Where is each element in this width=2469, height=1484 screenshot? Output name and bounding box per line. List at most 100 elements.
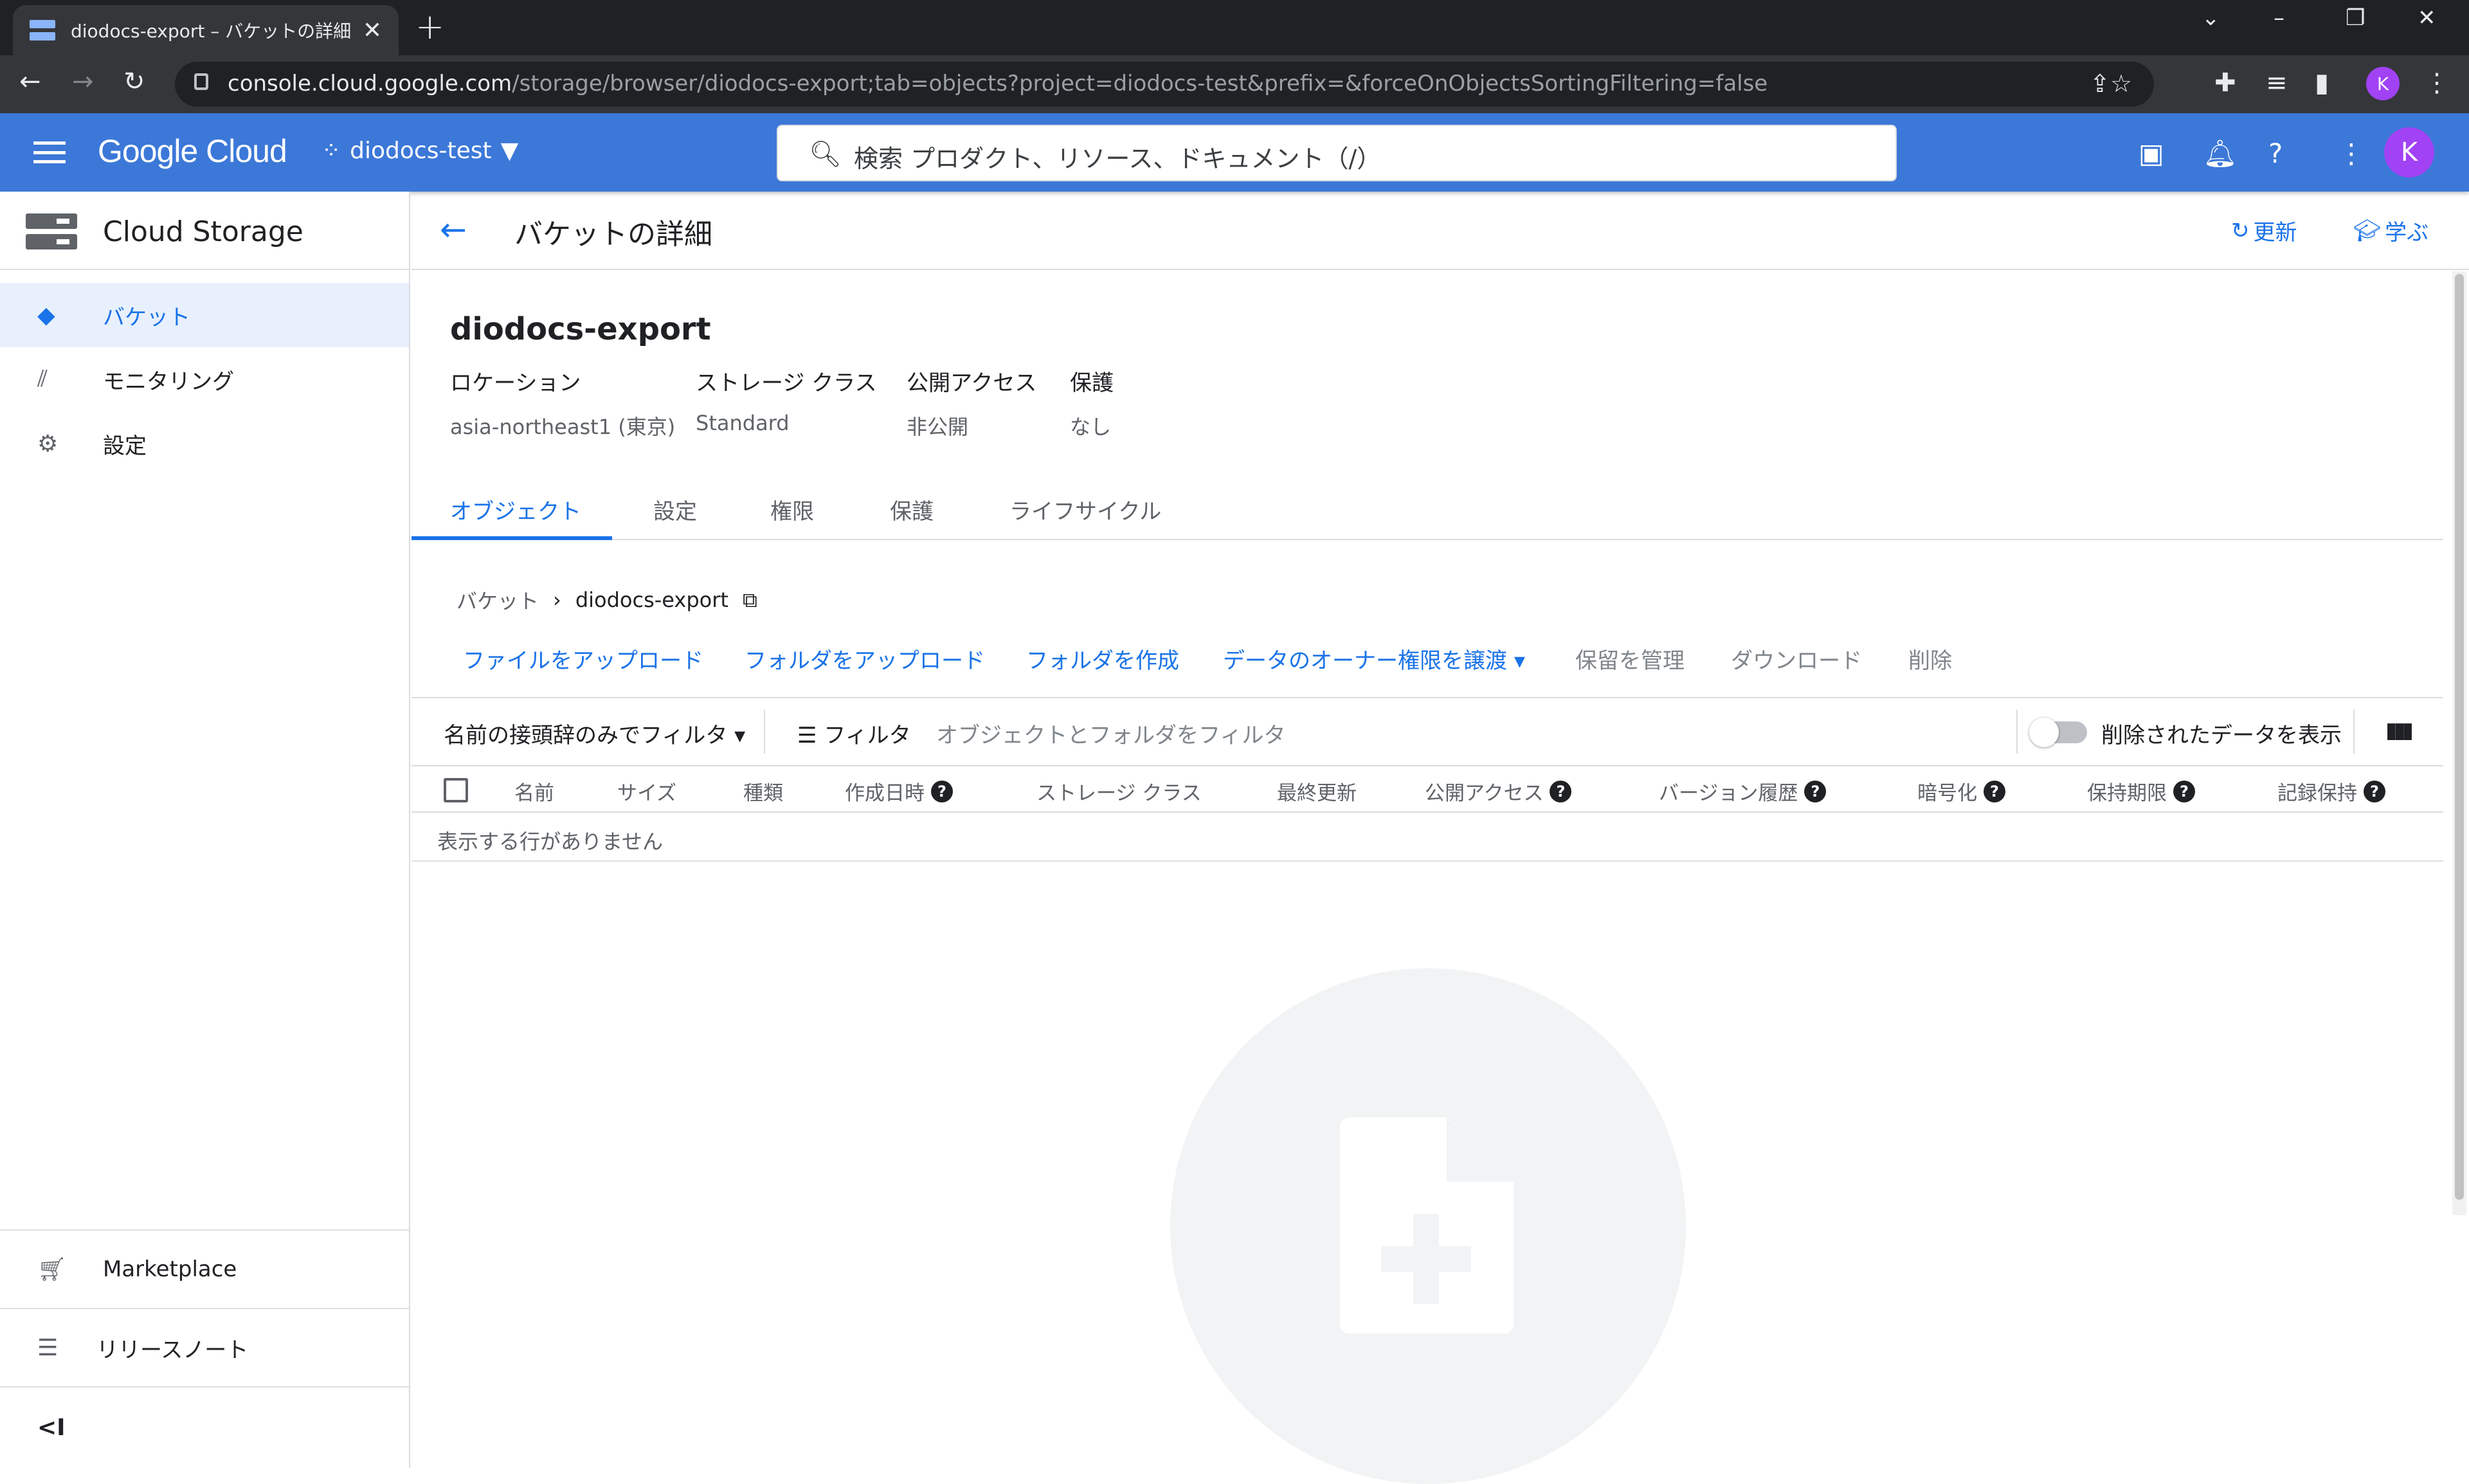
sidebar-item-label: Marketplace [103, 1256, 237, 1282]
help-icon: ? [1804, 780, 1827, 802]
search-input[interactable]: 🔍︎ 検索 プロダクト、リソース、ドキュメント（/） [777, 125, 1897, 181]
side-panel-icon[interactable]: ▮ [2315, 68, 2329, 98]
breadcrumb-root[interactable]: バケット [457, 585, 539, 615]
col-retention[interactable]: 保持期限? [2087, 777, 2195, 806]
col-name[interactable]: 名前 [514, 777, 554, 806]
window-close-button[interactable]: ✕ [2418, 5, 2436, 31]
upload-files-button[interactable]: ファイルをアップロード [463, 643, 703, 674]
sidebar-item-release-notes[interactable]: ☰ リリースノート [0, 1316, 409, 1380]
bookmark-star-icon[interactable]: ☆ [2110, 69, 2132, 98]
help-icon: ? [1550, 780, 1572, 802]
new-tab-button[interactable]: + [415, 6, 444, 47]
breadcrumb: バケット › diodocs-export ⧉ [457, 585, 757, 615]
bucket-icon: ◆ [37, 302, 55, 329]
reload-icon[interactable]: ↻ [123, 67, 145, 96]
plus-shape [1413, 1214, 1439, 1304]
col-encryption[interactable]: 暗号化? [1917, 777, 2005, 806]
tab-search-icon[interactable]: ⌄ [2202, 5, 2220, 31]
sidebar-item-monitoring[interactable]: ⫽ モニタリング [0, 347, 409, 412]
sidebar-item-label: バケット [103, 304, 190, 330]
delete-button[interactable]: 削除 [1908, 643, 1952, 674]
tab-settings[interactable]: 設定 [653, 494, 697, 525]
transfer-ownership-button[interactable]: データのオーナー権限を譲渡 ▾ [1223, 643, 1525, 674]
chrome-menu-icon[interactable]: ⋮ [2424, 68, 2450, 98]
col-last-modified[interactable]: 最終更新 [1277, 777, 1357, 806]
sidebar-item-settings[interactable]: ⚙ 設定 [0, 412, 409, 476]
col-record-hold[interactable]: 記録保持? [2277, 777, 2385, 806]
divider [2016, 710, 2018, 754]
divider [412, 269, 2469, 270]
lock-icon [194, 73, 208, 90]
col-created[interactable]: 作成日時? [845, 777, 953, 806]
divider [0, 1229, 409, 1231]
col-storage-class[interactable]: ストレージ クラス [1036, 777, 1202, 806]
scrollbar[interactable] [2452, 271, 2466, 1215]
back-icon[interactable]: ← [19, 67, 41, 96]
profile-avatar[interactable]: K [2366, 67, 2400, 100]
help-icon: ? [2364, 780, 2385, 802]
column-display-icon[interactable]: ▮▮▮ [2385, 718, 2414, 743]
project-picker[interactable]: ⁘ diodocs-test ▼ [321, 138, 518, 164]
tab-protection[interactable]: 保護 [890, 494, 934, 525]
restore-button[interactable]: ❐ [2346, 5, 2365, 31]
sidebar-item-marketplace[interactable]: 🛒︎ Marketplace [0, 1237, 409, 1301]
sidebar-item-label: リリースノート [96, 1337, 249, 1363]
reading-list-icon[interactable]: ≡ [2266, 68, 2288, 98]
sidebar-item-buckets[interactable]: ◆ バケット [0, 283, 409, 347]
tab-permissions[interactable]: 権限 [770, 494, 814, 525]
filter-bar: 名前の接頭辞のみでフィルタ ▾ ☰ フィルタ オブジェクトとフォルダをフィルタ … [412, 697, 2443, 765]
prefix-filter-dropdown[interactable]: 名前の接頭辞のみでフィルタ ▾ [444, 718, 745, 749]
filter-button[interactable]: ☰ フィルタ [797, 718, 911, 749]
upload-folder-button[interactable]: フォルダをアップロード [745, 643, 985, 674]
help-icon: ? [2173, 780, 2195, 802]
more-options-icon[interactable]: ⋮ [2338, 138, 2365, 169]
browser-tab[interactable]: diodocs-export – バケットの詳細 – ✕ [13, 5, 399, 55]
close-tab-icon[interactable]: ✕ [363, 17, 382, 44]
col-size[interactable]: サイズ [617, 777, 676, 806]
forward-icon[interactable]: → [72, 67, 94, 96]
tab-objects[interactable]: オブジェクト [450, 494, 581, 525]
show-deleted-toggle[interactable] [2029, 718, 2087, 747]
meta-protection: 保護 なし [1070, 370, 1114, 439]
extensions-icon[interactable]: ✚ [2214, 68, 2236, 98]
project-name: diodocs-test [350, 138, 492, 164]
monitoring-icon: ⫽ [37, 366, 48, 392]
cloud-shell-icon[interactable]: ▣ [2139, 138, 2164, 169]
share-icon[interactable]: ⇪ [2090, 69, 2110, 98]
select-all-checkbox[interactable] [444, 778, 468, 802]
copy-icon[interactable]: ⧉ [743, 588, 757, 613]
create-folder-button[interactable]: フォルダを作成 [1026, 643, 1179, 674]
minimize-button[interactable]: – [2274, 5, 2284, 31]
help-icon[interactable]: ? [2268, 138, 2283, 169]
browser-tab-title: diodocs-export – バケットの詳細 – [71, 21, 352, 42]
col-public-access[interactable]: 公開アクセス? [1425, 777, 1572, 806]
account-avatar[interactable]: K [2384, 127, 2434, 177]
tab-lifecycle[interactable]: ライフサイクル [1009, 494, 1161, 525]
hamburger-menu-icon[interactable] [33, 141, 66, 163]
notes-icon: ☰ [37, 1334, 59, 1361]
google-cloud-logo[interactable]: Google Cloud [98, 132, 287, 170]
address-bar[interactable]: console.cloud.google.com/storage/browser… [175, 62, 2154, 107]
filter-icon: ☰ [797, 723, 817, 748]
divider [0, 1308, 409, 1309]
divider [0, 1386, 409, 1388]
empty-state-illustration [1170, 968, 1686, 1484]
sidebar-item-label: モニタリング [103, 368, 234, 395]
learn-button[interactable]: 🎓︎ 学ぶ [2353, 215, 2428, 246]
col-type[interactable]: 種類 [743, 777, 783, 806]
notifications-icon[interactable]: 🔔︎ [2203, 138, 2237, 170]
back-arrow-icon[interactable]: ← [440, 211, 467, 248]
console-header: Google Cloud ⁘ diodocs-test ▼ 🔍︎ 検索 プロダク… [0, 113, 2469, 192]
url-text: console.cloud.google.com/storage/browser… [228, 71, 1768, 96]
manage-holds-button[interactable]: 保留を管理 [1575, 643, 1685, 674]
refresh-button[interactable]: ↻ 更新 [2231, 215, 2297, 246]
active-tab-indicator [412, 536, 612, 540]
meta-public-access: 公開アクセス 非公開 [907, 370, 1037, 439]
main-content: ← バケットの詳細 ↻ 更新 🎓︎ 学ぶ diodocs-export ロケーション… [412, 192, 2469, 1484]
chevron-right-icon: › [553, 588, 561, 612]
project-icon: ⁘ [321, 138, 341, 164]
collapse-nav-button[interactable]: <I [0, 1395, 409, 1460]
download-button[interactable]: ダウンロード [1731, 643, 1862, 674]
col-version-history[interactable]: バージョン履歴? [1659, 777, 1827, 806]
filter-input[interactable]: オブジェクトとフォルダをフィルタ [936, 718, 1285, 749]
